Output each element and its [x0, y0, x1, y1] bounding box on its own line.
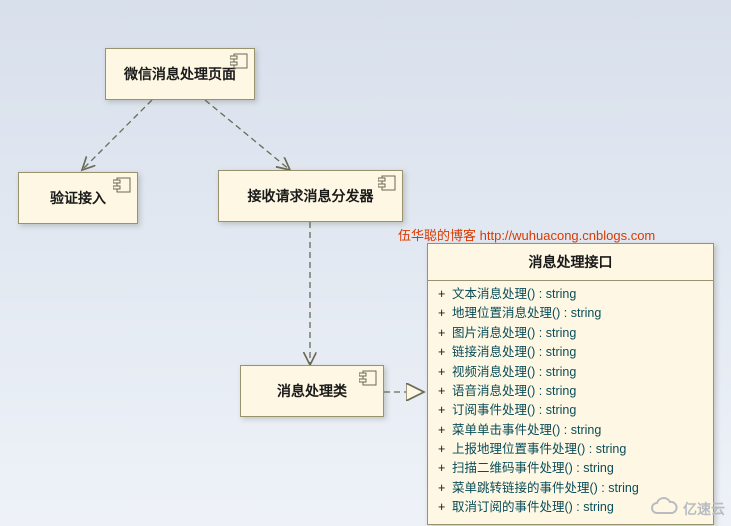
method-row: +文本消息处理() : string — [438, 285, 703, 304]
cloud-icon — [649, 497, 679, 520]
component-label: 微信消息处理页面 — [124, 64, 236, 84]
component-label: 验证接入 — [50, 188, 106, 208]
method-row: +语音消息处理() : string — [438, 382, 703, 401]
component-dispatcher: 接收请求消息分发器 — [218, 170, 403, 222]
method-row: +菜单单击事件处理() : string — [438, 421, 703, 440]
component-icon — [230, 53, 248, 72]
watermark-blog-url: http://wuhuacong.cnblogs.com — [480, 228, 656, 243]
method-row: +图片消息处理() : string — [438, 324, 703, 343]
interface-methods: +文本消息处理() : string+地理位置消息处理() : string+图… — [428, 281, 713, 524]
interface-message-handler: 消息处理接口 +文本消息处理() : string+地理位置消息处理() : s… — [427, 243, 714, 525]
method-row: +扫描二维码事件处理() : string — [438, 459, 703, 478]
dep-page-to-auth — [82, 100, 152, 170]
method-row: +地理位置消息处理() : string — [438, 304, 703, 323]
method-row: +上报地理位置事件处理() : string — [438, 440, 703, 459]
watermark-blog: 伍华聪的博客 http://wuhuacong.cnblogs.com — [398, 225, 655, 244]
component-icon — [113, 177, 131, 196]
method-row: +订阅事件处理() : string — [438, 401, 703, 420]
method-row: +视频消息处理() : string — [438, 363, 703, 382]
watermark-blog-label: 伍华聪的博客 — [398, 228, 476, 243]
watermark-logo: 亿速云 — [649, 497, 725, 520]
method-row: +菜单跳转链接的事件处理() : string — [438, 479, 703, 498]
dep-page-to-dispatcher — [205, 100, 290, 170]
component-wechat-page: 微信消息处理页面 — [105, 48, 255, 100]
interface-title: 消息处理接口 — [428, 244, 713, 281]
component-label: 消息处理类 — [277, 381, 347, 401]
component-handler: 消息处理类 — [240, 365, 384, 417]
watermark-logo-text: 亿速云 — [683, 499, 725, 519]
component-icon — [378, 175, 396, 194]
component-icon — [359, 370, 377, 389]
method-row: +链接消息处理() : string — [438, 343, 703, 362]
component-auth: 验证接入 — [18, 172, 138, 224]
component-label: 接收请求消息分发器 — [248, 186, 374, 206]
